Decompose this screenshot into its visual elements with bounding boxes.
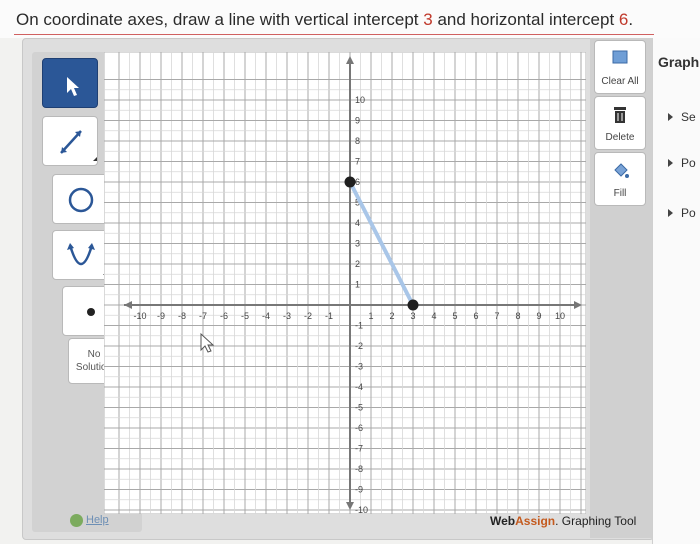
y-tick-label: -6 (355, 423, 363, 433)
x-tick-label: 6 (473, 311, 478, 321)
x-tick-label: 8 (515, 311, 520, 321)
plotted-point[interactable] (407, 299, 419, 311)
x-tick-label: -3 (283, 311, 291, 321)
x-tick-label: 10 (555, 311, 565, 321)
y-tick-label: -7 (355, 444, 363, 454)
y-tick-label: -1 (355, 321, 363, 331)
expand-icon (668, 209, 673, 217)
coordinate-grid[interactable]: -10 -9 -8 -7 -6 -5 -4 -3 -2 -1 1 2 3 4 5 6 7 8 9 1010987654… (104, 52, 586, 514)
y-tick-label: 4 (355, 218, 360, 228)
line-tool-button[interactable] (42, 116, 98, 166)
side-item[interactable]: Se (668, 110, 696, 124)
webassign-brand: WebAssign. Graphing Tool (490, 514, 637, 528)
clear-all-button[interactable]: Clear All (594, 40, 646, 94)
parabola-tool-button[interactable] (52, 230, 108, 280)
y-tick-label: -5 (355, 403, 363, 413)
x-tick-label: 5 (452, 311, 457, 321)
circle-icon (68, 187, 94, 213)
y-tick-label: 7 (355, 157, 360, 167)
y-tick-label: -9 (355, 485, 363, 495)
x-tick-label: -10 (133, 311, 146, 321)
x-tick-label: -9 (157, 311, 165, 321)
question-text: On coordinate axes, draw a line with ver… (16, 10, 634, 29)
y-tick-label: 8 (355, 136, 360, 146)
help-icon[interactable] (70, 514, 83, 527)
y-tick-label: 6 (355, 177, 360, 187)
parabola-icon (67, 243, 107, 275)
y-tick-label: 2 (355, 259, 360, 269)
x-tick-label: 1 (368, 311, 373, 321)
side-panel-title: Graph (658, 54, 700, 70)
paint-bucket-icon (614, 163, 629, 178)
x-tick-label: -2 (304, 311, 312, 321)
x-tick-label: 2 (389, 311, 394, 321)
vertical-intercept-value: 3 (423, 10, 433, 29)
x-tick-label: -6 (220, 311, 228, 321)
trash-icon (614, 107, 626, 123)
y-tick-label: 1 (355, 280, 360, 290)
horizontal-intercept-value: 6 (618, 10, 629, 29)
x-tick-label: -7 (199, 311, 207, 321)
question-underline (14, 34, 654, 35)
y-tick-label: -8 (355, 464, 363, 474)
x-tick-label: 9 (536, 311, 541, 321)
line-icon (60, 130, 97, 161)
y-tick-label: 10 (355, 95, 365, 105)
side-item[interactable]: Po (668, 206, 696, 220)
plotted-point[interactable] (344, 176, 356, 188)
pointer-tool-button[interactable] (42, 58, 98, 108)
y-tick-label: -4 (355, 382, 363, 392)
x-tick-label: -8 (178, 311, 186, 321)
no-solution-label: No (87, 349, 101, 360)
fill-button[interactable]: Fill (594, 152, 646, 206)
x-tick-label: 4 (431, 311, 436, 321)
help-link[interactable]: Help (86, 514, 109, 526)
grid-background (104, 52, 586, 514)
y-tick-label: -2 (355, 341, 363, 351)
question-bar: On coordinate axes, draw a line with ver… (0, 0, 700, 38)
x-tick-label: -5 (241, 311, 249, 321)
x-tick-label: -4 (262, 311, 270, 321)
clear-all-icon (612, 50, 628, 64)
y-tick-label: 9 (355, 116, 360, 126)
y-tick-label: 3 (355, 239, 360, 249)
x-tick-label: 3 (410, 311, 415, 321)
y-tick-label: -3 (355, 362, 363, 372)
expand-icon (668, 113, 673, 121)
delete-button[interactable]: Delete (594, 96, 646, 150)
pointer-icon (67, 77, 79, 96)
side-item[interactable]: Po (668, 156, 696, 170)
expand-icon (668, 159, 673, 167)
y-tick-label: -10 (355, 505, 368, 514)
x-tick-label: -1 (325, 311, 333, 321)
circle-tool-button[interactable] (52, 174, 108, 224)
x-tick-label: 7 (494, 311, 499, 321)
